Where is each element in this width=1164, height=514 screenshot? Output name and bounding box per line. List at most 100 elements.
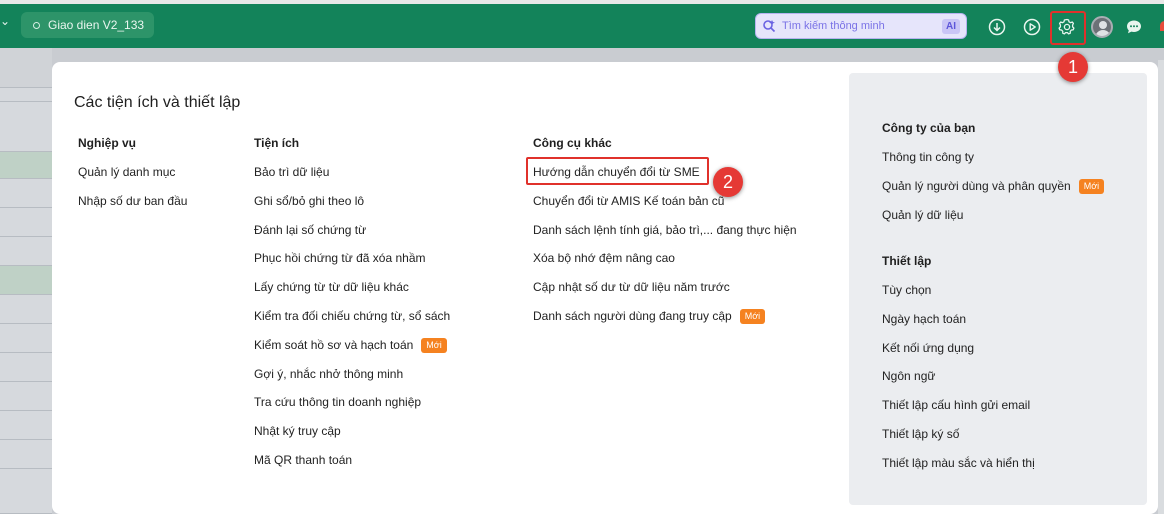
ai-badge[interactable]: AI xyxy=(942,18,960,34)
top-bar: ⌄ Giao dien V2_133 AI xyxy=(0,0,1164,48)
menu-item-qr-payment[interactable]: Mã QR thanh toán xyxy=(254,453,450,482)
step-callout-2: 2 xyxy=(713,167,743,197)
bg-row xyxy=(0,237,52,266)
play-video-icon[interactable] xyxy=(1023,18,1041,36)
bg-row xyxy=(0,353,52,382)
menu-item-label: Nhật ký truy cập xyxy=(254,424,341,439)
sme-guide-highlight-box xyxy=(526,157,709,185)
menu-item-label: Mã QR thanh toán xyxy=(254,452,353,467)
bg-row xyxy=(0,102,52,152)
menu-item-language[interactable]: Ngôn ngữ xyxy=(882,369,1035,398)
menu-item-label: Danh sách người dùng đang truy cập xyxy=(533,308,732,323)
menu-item-records-control[interactable]: Kiểm soát hồ sơ và hạch toán Mới xyxy=(254,337,450,367)
menu-item-label: Gợi ý, nhắc nhở thông minh xyxy=(254,366,404,381)
step-callout-1: 1 xyxy=(1058,52,1088,82)
bg-row xyxy=(0,266,52,295)
menu-item-label: Đánh lại số chứng từ xyxy=(254,222,367,237)
bg-row xyxy=(0,382,52,411)
bg-right-edge xyxy=(1158,60,1164,514)
status-dot-icon xyxy=(33,21,40,29)
menu-item-label: Quản lý danh mục xyxy=(78,165,176,179)
menu-item-label: Danh sách lệnh tính giá, bảo trì,... đan… xyxy=(533,222,797,237)
menu-item-label: Kiểm soát hồ sơ và hạch toán xyxy=(254,337,414,352)
column-heading: Công cụ khác xyxy=(533,136,612,150)
download-icon[interactable] xyxy=(988,18,1006,36)
menu-item-app-connections[interactable]: Kết nối ứng dụng xyxy=(882,341,1035,370)
menu-item-color-display[interactable]: Thiết lập màu sắc và hiển thị xyxy=(882,456,1035,485)
menu-item-import-vouchers[interactable]: Lấy chứng từ từ dữ liệu khác xyxy=(254,280,450,309)
menu-item-company-info[interactable]: Thông tin công ty xyxy=(882,150,1104,179)
bg-row xyxy=(0,208,52,237)
chevron-down-icon[interactable]: ⌄ xyxy=(0,14,10,28)
bg-row xyxy=(0,152,52,179)
menu-item-smart-reminders[interactable]: Gợi ý, nhắc nhở thông minh xyxy=(254,367,450,396)
column-business: Nghiệp vụ Quản lý danh mục Nhập số dư ba… xyxy=(78,136,187,223)
ai-search-icon xyxy=(763,20,776,33)
menu-item-email-config[interactable]: Thiết lập cấu hình gửi email xyxy=(882,398,1035,427)
menu-item-renumber-vouchers[interactable]: Đánh lại số chứng từ xyxy=(254,223,450,252)
menu-item-posting-date[interactable]: Ngày hạch toán xyxy=(882,312,1035,341)
menu-item-running-jobs[interactable]: Danh sách lệnh tính giá, bảo trì,... đan… xyxy=(533,223,797,252)
avatar[interactable] xyxy=(1091,16,1113,38)
bg-row xyxy=(0,48,52,88)
menu-item-label: Kết nối ứng dụng xyxy=(882,340,975,355)
menu-item-label: Xóa bộ nhớ đệm nâng cao xyxy=(533,251,675,266)
database-selector[interactable]: Giao dien V2_133 xyxy=(21,12,155,38)
menu-item-active-users[interactable]: Danh sách người dùng đang truy cập Mới xyxy=(533,308,797,338)
section-heading: Thiết lập xyxy=(882,254,932,268)
search-input[interactable] xyxy=(782,20,932,32)
bg-row xyxy=(0,440,52,469)
panel-title: Các tiện ích và thiết lập xyxy=(74,94,241,111)
bg-row xyxy=(0,179,52,208)
menu-item-label: Tra cứu thông tin doanh nghiệp xyxy=(254,395,422,410)
menu-item-reconcile-check[interactable]: Kiểm tra đối chiếu chứng từ, sổ sách xyxy=(254,309,450,338)
avatar-body-shape xyxy=(1095,30,1111,36)
chat-icon[interactable] xyxy=(1125,18,1143,36)
section-heading: Công ty của bạn xyxy=(882,121,976,135)
smart-search[interactable]: AI xyxy=(755,13,967,39)
menu-item-label: Thiết lập cấu hình gửi email xyxy=(882,398,1031,413)
new-badge: Mới xyxy=(739,308,766,324)
side-panel: Công ty của bạn Thông tin công ty Quản l… xyxy=(849,73,1147,505)
menu-item-label: Ngôn ngữ xyxy=(882,369,936,384)
menu-item-batch-posting[interactable]: Ghi sổ/bỏ ghi theo lô xyxy=(254,194,450,223)
menu-item-data-maintenance[interactable]: Bảo trì dữ liệu xyxy=(254,165,450,194)
menu-item-label: Quản lý người dùng và phân quyền xyxy=(882,178,1071,193)
menu-item-label: Kiểm tra đối chiếu chứng từ, sổ sách xyxy=(254,308,451,323)
bg-row xyxy=(0,88,52,102)
menu-item-options[interactable]: Tùy chọn xyxy=(882,283,1035,312)
menu-item-user-permissions[interactable]: Quản lý người dùng và phân quyền Mới xyxy=(882,178,1105,208)
menu-item-clear-cache[interactable]: Xóa bộ nhớ đệm nâng cao xyxy=(533,251,797,280)
menu-item-manage-catalog[interactable]: Quản lý danh mục xyxy=(78,165,187,194)
menu-item-label: Chuyển đổi từ AMIS Kế toán bản cũ xyxy=(533,193,725,208)
menu-item-label: Thiết lập màu sắc và hiển thị xyxy=(882,455,1035,470)
menu-item-label: Lấy chứng từ từ dữ liệu khác xyxy=(254,280,409,295)
menu-item-data-management[interactable]: Quản lý dữ liệu xyxy=(882,208,1104,237)
avatar-head-shape xyxy=(1099,21,1107,29)
menu-item-access-log[interactable]: Nhật ký truy cập xyxy=(254,424,450,453)
notification-bell-icon[interactable] xyxy=(1156,18,1164,36)
menu-item-update-balances[interactable]: Cập nhật số dư từ dữ liệu năm trước xyxy=(533,280,797,309)
utilities-settings-panel: Các tiện ích và thiết lập Nghiệp vụ Quản… xyxy=(52,62,1158,514)
menu-item-label: Phục hồi chứng từ đã xóa nhầm xyxy=(254,251,426,266)
bg-row xyxy=(0,469,52,514)
settings-group: Thiết lập Tùy chọn Ngày hạch toán Kết nố… xyxy=(882,254,1035,485)
column-heading: Nghiệp vụ xyxy=(78,136,137,150)
menu-item-company-lookup[interactable]: Tra cứu thông tin doanh nghiệp xyxy=(254,395,450,424)
menu-item-label: Thiết lập ký số xyxy=(882,426,960,441)
company-group: Công ty của bạn Thông tin công ty Quản l… xyxy=(882,121,1105,237)
menu-item-label: Ghi sổ/bỏ ghi theo lô xyxy=(254,193,365,208)
menu-item-digital-signature[interactable]: Thiết lập ký số xyxy=(882,427,1035,456)
menu-item-amis-legacy-conversion[interactable]: Chuyển đổi từ AMIS Kế toán bản cũ xyxy=(533,194,797,223)
menu-item-label: Ngày hạch toán xyxy=(882,311,967,326)
new-badge: Mới xyxy=(1078,178,1105,194)
bg-row xyxy=(0,295,52,324)
gear-icon[interactable] xyxy=(1058,18,1076,36)
column-utilities: Tiện ích Bảo trì dữ liệu Ghi sổ/bỏ ghi t… xyxy=(254,136,450,482)
menu-item-label: Cập nhật số dư từ dữ liệu năm trước xyxy=(533,280,730,295)
menu-item-restore-deleted[interactable]: Phục hồi chứng từ đã xóa nhầm xyxy=(254,251,450,280)
menu-item-label: Tùy chọn xyxy=(882,283,932,297)
menu-item-label: Thông tin công ty xyxy=(882,150,975,164)
menu-item-opening-balance[interactable]: Nhập số dư ban đầu xyxy=(78,194,187,223)
menu-item-label: Nhập số dư ban đầu xyxy=(78,193,188,208)
